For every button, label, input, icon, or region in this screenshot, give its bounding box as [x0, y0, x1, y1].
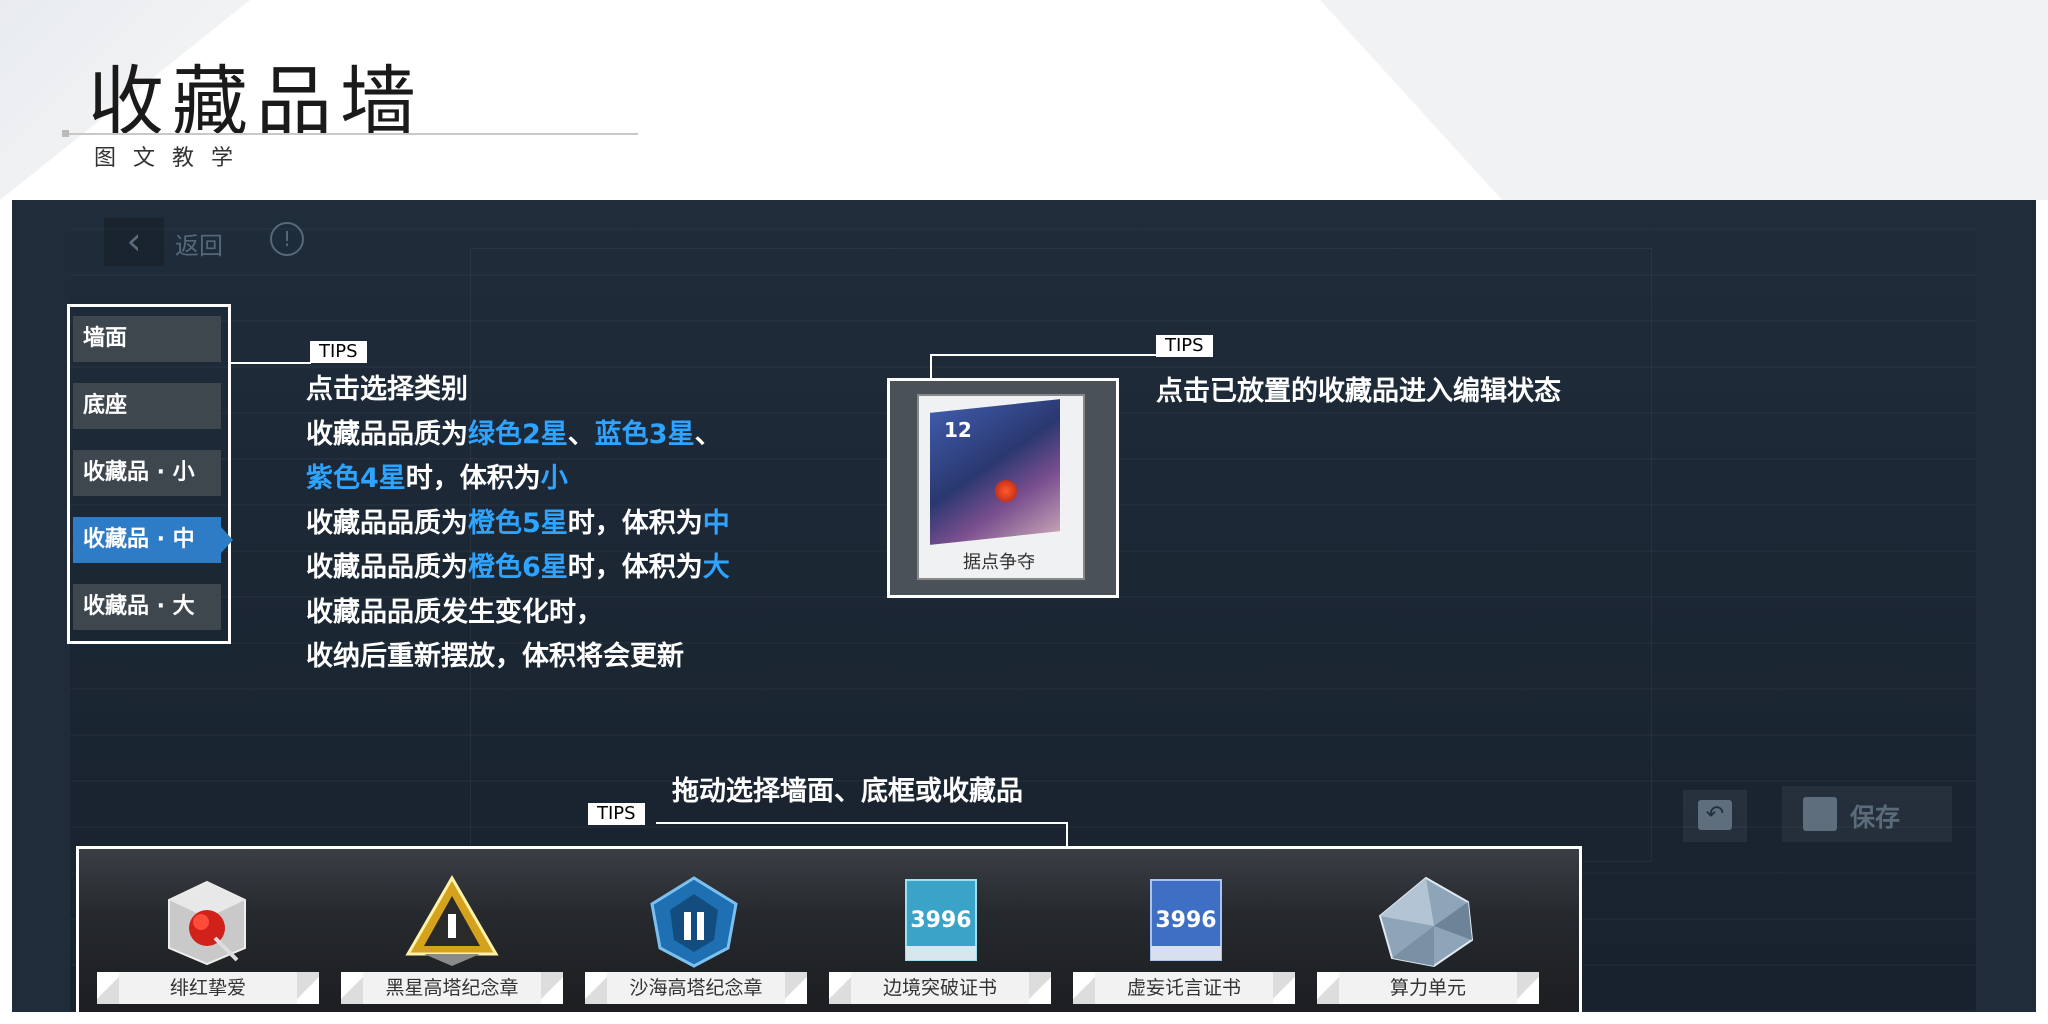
- active-category-arrow-icon: [221, 527, 233, 553]
- category-base[interactable]: 底座: [73, 383, 221, 429]
- tips-connector: [231, 362, 311, 364]
- back-button[interactable]: ‹: [104, 218, 164, 266]
- tip-line: 点击选择类别: [306, 374, 468, 405]
- certificate-value: 3996: [910, 908, 972, 933]
- banner-background-shape: [1320, 0, 2048, 200]
- title-divider: [64, 133, 638, 135]
- crystal-polyhedron-icon[interactable]: [1376, 876, 1476, 968]
- blue-shield-badge-icon[interactable]: [644, 874, 744, 968]
- gold-triangle-badge-icon[interactable]: [404, 874, 500, 966]
- info-icon[interactable]: !: [270, 222, 304, 256]
- chevron-left-icon: ‹: [126, 219, 142, 263]
- undo-icon: ↶: [1698, 800, 1732, 830]
- tip-line: 收藏品品质为橙色6星时，体积为大: [306, 552, 730, 583]
- item-name: 算力单元: [1317, 972, 1539, 1004]
- tips-badge: TIPS: [588, 803, 645, 825]
- tips-drag-text: 拖动选择墙面、底框或收藏品: [672, 776, 1023, 807]
- tips-connector: [656, 822, 1068, 824]
- item-name: 黑星高塔纪念章: [341, 972, 563, 1004]
- tip-line: 收藏品品质为绿色2星、蓝色3星、: [306, 418, 722, 450]
- tip-line: 收藏品品质为橙色5星时，体积为中: [306, 507, 730, 539]
- tips-category-text: 点击选择类别 收藏品品质为绿色2星、蓝色3星、 紫色4星时，体积为小 收藏品品质…: [306, 368, 730, 680]
- tip-line: 紫色4星时，体积为小: [306, 463, 568, 494]
- save-icon: [1803, 797, 1837, 831]
- tips-connector: [1066, 822, 1068, 846]
- back-label[interactable]: 返回: [175, 226, 223, 261]
- certificate-value: 3996: [1155, 908, 1217, 933]
- item-name: 虚妄讬言证书: [1073, 972, 1295, 1004]
- item-name: 沙海高塔纪念章: [585, 972, 807, 1004]
- card-label: 据点争夺: [963, 552, 1035, 573]
- category-collectible-small[interactable]: 收藏品 · 小: [73, 450, 221, 496]
- category-wall[interactable]: 墙面: [73, 316, 221, 362]
- item-name: 绯红挚爱: [97, 972, 319, 1004]
- save-label[interactable]: 保存: [1850, 798, 1900, 834]
- tips-connector: [930, 354, 1156, 356]
- divider-dot: [62, 130, 69, 137]
- red-rose-cube-icon[interactable]: [165, 878, 249, 966]
- card-number: 12: [944, 418, 972, 442]
- tip-line: 收藏品品质发生变化时，: [306, 596, 603, 628]
- item-name: 边境突破证书: [829, 972, 1051, 1004]
- tips-connector: [930, 354, 932, 378]
- category-collectible-large[interactable]: 收藏品 · 大: [73, 584, 221, 630]
- tips-badge: TIPS: [310, 341, 367, 363]
- tips-badge: TIPS: [1156, 335, 1213, 357]
- tips-edit-text: 点击已放置的收藏品进入编辑状态: [1156, 376, 1561, 407]
- page-subtitle: 图文教学: [94, 146, 251, 171]
- tip-line: 收纳后重新摆放，体积将会更新: [306, 641, 684, 672]
- card-glow-dot: [995, 480, 1017, 502]
- category-collectible-medium[interactable]: 收藏品 · 中: [73, 517, 221, 563]
